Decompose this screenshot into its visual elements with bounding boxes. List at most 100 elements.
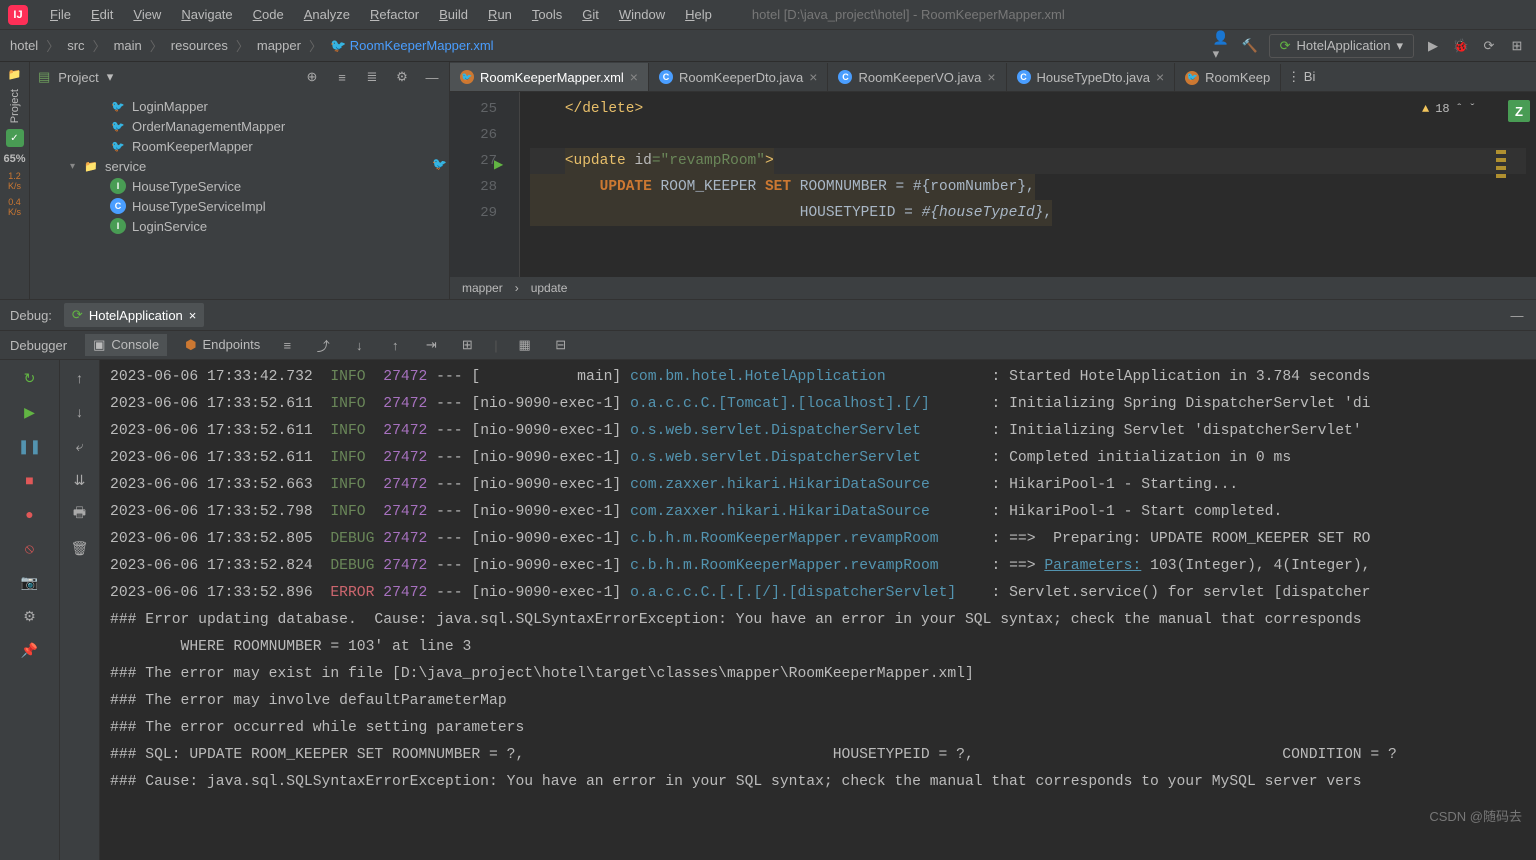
menu-items-container: FileEditViewNavigateCodeAnalyzeRefactorB… bbox=[40, 3, 722, 26]
gear-icon[interactable]: ⚙ bbox=[393, 68, 411, 86]
print-icon[interactable]: 🖶 bbox=[70, 504, 90, 524]
project-tool-label[interactable]: Project bbox=[9, 89, 21, 123]
tree-item[interactable]: IHouseTypeService bbox=[30, 176, 449, 196]
mute-breakpoints-icon[interactable]: ⦸ bbox=[20, 538, 40, 558]
more-tabs[interactable]: ⋮ Bi bbox=[1281, 63, 1321, 91]
breadcrumb-item[interactable]: resources bbox=[171, 38, 228, 53]
project-panel-title[interactable]: Project bbox=[58, 70, 98, 85]
pause-icon[interactable]: ❚❚ bbox=[20, 436, 40, 456]
editor-tab[interactable]: CHouseTypeDto.java× bbox=[1007, 63, 1176, 91]
close-icon[interactable]: × bbox=[189, 308, 197, 323]
step-icon[interactable]: ↓ bbox=[350, 336, 368, 354]
tree-item[interactable]: 🐦OrderManagementMapper bbox=[30, 116, 449, 136]
run-gutter-icon[interactable]: 🐦 bbox=[432, 152, 447, 178]
editor-tab[interactable]: 🐦RoomKeep bbox=[1175, 64, 1281, 91]
clear-icon[interactable]: 🗑 bbox=[70, 538, 90, 558]
step-into-icon[interactable]: ⤴ bbox=[314, 336, 332, 354]
breadcrumb-item[interactable]: src bbox=[67, 38, 84, 53]
menu-run[interactable]: Run bbox=[478, 3, 522, 26]
tree-item[interactable]: ILoginService bbox=[30, 216, 449, 236]
coverage-button[interactable]: ⟳ bbox=[1480, 37, 1498, 55]
expand-all-icon[interactable]: ≡ bbox=[333, 68, 351, 86]
close-icon[interactable]: × bbox=[987, 69, 995, 85]
menu-git[interactable]: Git bbox=[572, 3, 609, 26]
breadcrumb-item[interactable]: hotel bbox=[10, 38, 38, 53]
step-over-icon[interactable]: ≡ bbox=[278, 336, 296, 354]
endpoints-tab[interactable]: ⬢Endpoints bbox=[185, 337, 260, 353]
editor-breadcrumb[interactable]: mapper › update bbox=[450, 277, 1536, 299]
play-icon[interactable]: ▶ bbox=[494, 152, 503, 178]
pin-icon[interactable]: 📌 bbox=[20, 640, 40, 660]
chevron-right-icon: 〉 bbox=[46, 36, 59, 55]
evaluate-icon[interactable]: ⊞ bbox=[458, 336, 476, 354]
debug-tab-label: HotelApplication bbox=[89, 308, 183, 323]
user-icon[interactable]: 👤▾ bbox=[1213, 37, 1231, 55]
camera-icon[interactable]: 📷 bbox=[20, 572, 40, 592]
debug-session-tab[interactable]: ⟳ HotelApplication × bbox=[64, 303, 204, 327]
folder-icon[interactable]: 📁 bbox=[8, 68, 22, 81]
zoom-badge[interactable]: Z bbox=[1508, 100, 1530, 122]
menu-window[interactable]: Window bbox=[609, 3, 675, 26]
resume-icon[interactable]: ▶ bbox=[20, 402, 40, 422]
down-arrow-icon[interactable]: ↓ bbox=[70, 402, 90, 422]
debugger-tab[interactable]: Debugger bbox=[10, 338, 67, 353]
run-to-cursor-icon[interactable]: ⇥ bbox=[422, 336, 440, 354]
up-arrow-icon[interactable]: ↑ bbox=[70, 368, 90, 388]
bc-mapper[interactable]: mapper bbox=[462, 281, 503, 295]
menu-help[interactable]: Help bbox=[675, 3, 722, 26]
error-stripe[interactable] bbox=[1492, 100, 1506, 260]
select-opened-icon[interactable]: ⊕ bbox=[303, 68, 321, 86]
menu-navigate[interactable]: Navigate bbox=[171, 3, 242, 26]
breakpoint-icon[interactable]: ● bbox=[20, 504, 40, 524]
rerun-icon[interactable]: ↻ bbox=[20, 368, 40, 388]
breadcrumb-item[interactable]: main bbox=[114, 38, 142, 53]
menu-code[interactable]: Code bbox=[243, 3, 294, 26]
bc-update[interactable]: update bbox=[531, 281, 568, 295]
breadcrumb-item[interactable]: mapper bbox=[257, 38, 301, 53]
chevron-down-icon[interactable]: ▾ bbox=[107, 69, 114, 85]
console-output[interactable]: 2023-06-06 17:33:42.732 INFO 27472 --- [… bbox=[100, 360, 1536, 860]
menu-tools[interactable]: Tools bbox=[522, 3, 572, 26]
run-button[interactable]: ▶ bbox=[1424, 37, 1442, 55]
hide-icon[interactable]: — bbox=[423, 68, 441, 86]
close-icon[interactable]: × bbox=[809, 69, 817, 85]
project-tree[interactable]: 🐦LoginMapper🐦OrderManagementMapper🐦RoomK… bbox=[30, 92, 449, 240]
editor-tab[interactable]: CRoomKeeperDto.java× bbox=[649, 63, 828, 91]
layout-icon[interactable]: ▦ bbox=[516, 336, 534, 354]
inspection-badge[interactable]: ▲ 18 ˆ ˇ bbox=[1422, 96, 1476, 122]
close-icon[interactable]: × bbox=[630, 69, 638, 85]
tree-item[interactable]: 🐦RoomKeeperMapper bbox=[30, 136, 449, 156]
menu-build[interactable]: Build bbox=[429, 3, 478, 26]
stop-icon[interactable]: ■ bbox=[20, 470, 40, 490]
run-config-selector[interactable]: ⟳ HotelApplication ▾ bbox=[1269, 34, 1414, 58]
breadcrumb-item[interactable]: 🐦 RoomKeeperMapper.xml bbox=[330, 38, 494, 54]
down-icon[interactable]: ˇ bbox=[1469, 96, 1476, 122]
gear-icon[interactable]: ⚙ bbox=[20, 606, 40, 626]
scroll-end-icon[interactable]: ⇊ bbox=[70, 470, 90, 490]
tree-item[interactable]: ▾📁service bbox=[30, 156, 449, 176]
menu-view[interactable]: View bbox=[123, 3, 171, 26]
console-tab[interactable]: ▣Console bbox=[85, 334, 167, 356]
menu-analyze[interactable]: Analyze bbox=[294, 3, 360, 26]
step-out-icon[interactable]: ↑ bbox=[386, 336, 404, 354]
up-icon[interactable]: ˆ bbox=[1456, 96, 1463, 122]
editor-tab[interactable]: 🐦RoomKeeperMapper.xml× bbox=[450, 63, 649, 91]
class-icon: C bbox=[110, 198, 126, 214]
tree-item[interactable]: CHouseTypeServiceImpl bbox=[30, 196, 449, 216]
settings-icon[interactable]: ⊟ bbox=[552, 336, 570, 354]
debug-button[interactable]: 🐞 bbox=[1452, 37, 1470, 55]
menu-edit[interactable]: Edit bbox=[81, 3, 123, 26]
collapse-all-icon[interactable]: ≣ bbox=[363, 68, 381, 86]
hide-debug-icon[interactable]: — bbox=[1508, 306, 1526, 324]
error-line: ### Cause: java.sql.SQLSyntaxErrorExcept… bbox=[110, 769, 1526, 796]
code-editor[interactable]: ▲ 18 ˆ ˇ </delete> <update id="revampRoo… bbox=[520, 92, 1536, 277]
soft-wrap-icon[interactable]: ⤶ bbox=[70, 436, 90, 456]
menu-file[interactable]: File bbox=[40, 3, 81, 26]
hammer-icon[interactable]: 🔨 bbox=[1241, 37, 1259, 55]
editor-tab[interactable]: CRoomKeeperVO.java× bbox=[828, 63, 1006, 91]
tree-item[interactable]: 🐦LoginMapper bbox=[30, 96, 449, 116]
tab-label: RoomKeeperVO.java bbox=[858, 70, 981, 85]
close-icon[interactable]: × bbox=[1156, 69, 1164, 85]
menu-refactor[interactable]: Refactor bbox=[360, 3, 429, 26]
profile-button[interactable]: ⊞ bbox=[1508, 37, 1526, 55]
